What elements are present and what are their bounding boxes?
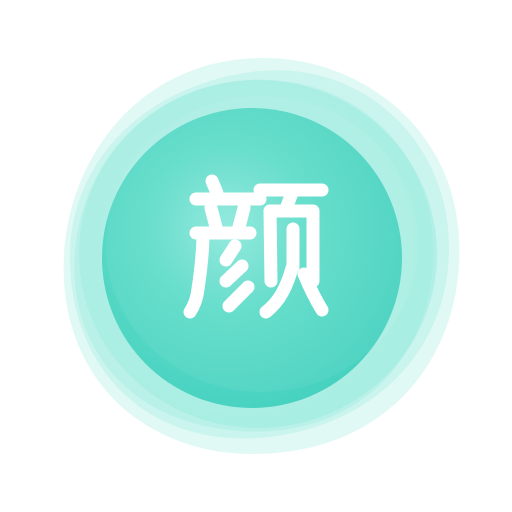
app-icon-canvas [0, 0, 512, 512]
blob-sheen [106, 96, 418, 392]
app-logo-icon [63, 57, 460, 455]
